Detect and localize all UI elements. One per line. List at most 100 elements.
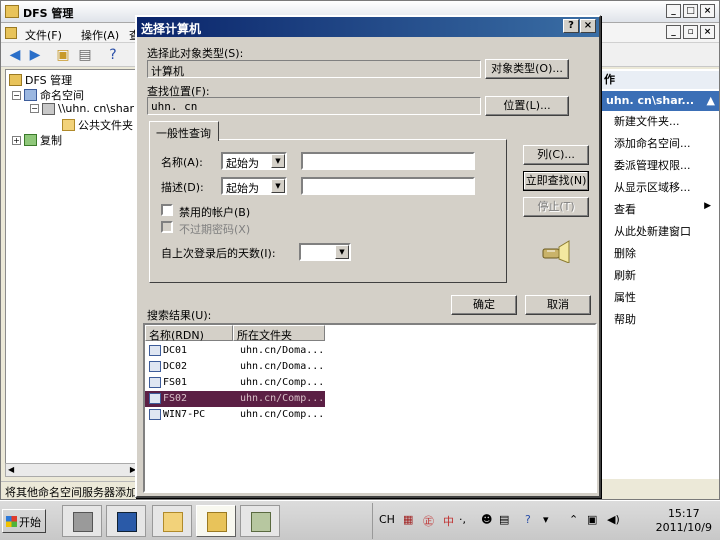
- soft-keyboard-icon[interactable]: ▤: [499, 513, 509, 526]
- dialog-close-button[interactable]: ×: [580, 19, 596, 33]
- actions-selected-label: uhn. cn\shar...: [606, 94, 695, 107]
- help-circle-icon[interactable]: ?: [525, 513, 531, 526]
- start-label: 开始: [19, 516, 41, 529]
- ime-mode-label[interactable]: 中: [443, 513, 454, 529]
- result-folder: uhn.cn/Comp...: [240, 393, 325, 404]
- column-header-name[interactable]: 名称(RDN): [145, 325, 233, 342]
- locations-button[interactable]: 位置(L)...: [485, 96, 569, 116]
- minimize-button[interactable]: _: [666, 4, 681, 18]
- name-match-select[interactable]: 起始为 ▼: [221, 152, 287, 170]
- search-flashlight-icon: [542, 240, 570, 263]
- maximize-button[interactable]: □: [683, 4, 698, 18]
- disabled-accounts-label: 禁用的帐户(B): [179, 206, 251, 219]
- description-input[interactable]: [301, 177, 475, 195]
- clock[interactable]: 15:17 2011/10/9: [656, 507, 712, 535]
- keyboard-icon[interactable]: ▦: [403, 513, 413, 526]
- tree-item-replication[interactable]: + 复制: [12, 132, 62, 148]
- collapse-icon[interactable]: −: [12, 90, 21, 100]
- console-tree: DFS 管理 − 命名空间 − \\uhn. cn\shar 公共文件夹 + 复…: [5, 69, 139, 477]
- tree-item-namespaces[interactable]: − 命名空间: [12, 87, 84, 103]
- action-help[interactable]: 帮助: [614, 311, 636, 327]
- back-arrow-icon[interactable]: ◀: [7, 47, 23, 63]
- action-new-folder[interactable]: 新建文件夹...: [614, 113, 680, 129]
- action-refresh[interactable]: 刷新: [614, 267, 636, 283]
- columns-button[interactable]: 列(C)...: [523, 145, 589, 165]
- tree-item-public-folder[interactable]: 公共文件夹: [62, 117, 133, 133]
- network-icon[interactable]: ▣: [587, 513, 597, 526]
- menu-action[interactable]: 操作(A): [81, 27, 119, 43]
- taskbar-share-manager[interactable]: [240, 505, 280, 537]
- result-row-selected[interactable]: FS02 uhn.cn/Comp...: [145, 391, 325, 407]
- tab-common-queries[interactable]: 一般性查询: [149, 121, 219, 141]
- result-name: FS01: [163, 377, 188, 388]
- tree-horizontal-scrollbar[interactable]: ◀ ▶: [5, 463, 139, 477]
- object-type-label: 选择此对象类型(S):: [147, 47, 244, 60]
- clock-time: 15:17: [667, 507, 700, 520]
- menu-file[interactable]: 文件(F): [25, 27, 62, 43]
- clock-date: 2011/10/9: [655, 521, 712, 534]
- tree-item-dfs-root[interactable]: DFS 管理: [9, 72, 72, 88]
- cancel-button[interactable]: 取消: [525, 295, 591, 315]
- action-delete[interactable]: 删除: [614, 245, 636, 261]
- find-now-button[interactable]: 立即查找(N): [523, 171, 589, 191]
- up-folder-icon[interactable]: ▣: [55, 47, 71, 63]
- computer-icon: [149, 361, 161, 372]
- dropdown-arrow-icon[interactable]: ▼: [335, 245, 349, 259]
- dropdown-arrow-icon[interactable]: ▼: [271, 154, 285, 168]
- taskbar-server-manager[interactable]: [62, 505, 102, 537]
- mdi-close-button[interactable]: ×: [700, 25, 715, 39]
- collapse-icon[interactable]: −: [30, 104, 39, 113]
- action-add-namespace[interactable]: 添加命名空间...: [614, 135, 691, 151]
- close-button[interactable]: ×: [700, 4, 715, 18]
- replication-icon: [24, 134, 37, 146]
- tree-item-namespace-share[interactable]: − \\uhn. cn\shar: [30, 102, 134, 115]
- result-name: FS02: [163, 393, 188, 404]
- result-row[interactable]: FS01 uhn.cn/Comp...: [145, 375, 325, 391]
- location-field: uhn. cn: [147, 97, 481, 115]
- action-remove-from-display[interactable]: 从显示区域移...: [614, 179, 691, 195]
- taskbar-explorer[interactable]: [152, 505, 192, 537]
- ok-button[interactable]: 确定: [451, 295, 517, 315]
- namespaces-icon: [24, 89, 37, 101]
- tray-dropdown-icon[interactable]: ▾: [543, 513, 549, 526]
- result-row[interactable]: DC01 uhn.cn/Doma...: [145, 343, 325, 359]
- language-indicator[interactable]: CH: [379, 513, 395, 526]
- name-input[interactable]: [301, 152, 475, 170]
- scroll-left-icon[interactable]: ◀: [8, 465, 14, 474]
- punctuation-icon[interactable]: ·,: [459, 513, 466, 526]
- ime-icon[interactable]: ㊣: [423, 513, 434, 529]
- start-button[interactable]: 开始: [2, 509, 46, 533]
- action-properties[interactable]: 属性: [614, 289, 636, 305]
- search-results-list[interactable]: 名称(RDN) 所在文件夹 DC01 uhn.cn/Doma... DC02 u…: [143, 323, 597, 493]
- days-since-logon-select[interactable]: ▼: [299, 243, 351, 261]
- share-manager-icon: [251, 512, 271, 532]
- mdi-minimize-button[interactable]: _: [666, 25, 681, 39]
- show-hide-tree-icon[interactable]: ▤: [77, 47, 93, 63]
- result-row[interactable]: WIN7-PC uhn.cn/Comp...: [145, 407, 325, 423]
- volume-icon[interactable]: ◀): [607, 513, 620, 526]
- non-expiring-password-checkbox: [161, 221, 173, 233]
- mdi-restore-button[interactable]: ▫: [683, 25, 698, 39]
- action-new-window[interactable]: 从此处新建窗口: [614, 223, 691, 239]
- dialog-help-button[interactable]: ?: [563, 19, 579, 33]
- status-bar: 将其他命名空间服务器添加: [1, 481, 141, 499]
- expand-icon[interactable]: +: [12, 135, 21, 145]
- forward-arrow-icon[interactable]: ▶: [27, 47, 43, 63]
- disabled-accounts-checkbox[interactable]: [161, 204, 173, 216]
- computer-icon: [149, 377, 161, 388]
- description-match-select[interactable]: 起始为 ▼: [221, 177, 287, 195]
- actions-selected-item[interactable]: uhn. cn\shar... ▲: [602, 91, 719, 111]
- action-view[interactable]: 查看: [614, 201, 636, 217]
- taskbar-powershell[interactable]: [106, 505, 146, 537]
- show-hidden-icons-icon[interactable]: ⌃: [569, 513, 578, 526]
- taskbar-dfs-management[interactable]: [196, 505, 236, 537]
- dropdown-arrow-icon[interactable]: ▼: [271, 179, 285, 193]
- ime-settings-icon[interactable]: ☻: [481, 513, 492, 526]
- object-types-button[interactable]: 对象类型(O)...: [485, 59, 569, 79]
- action-delegate-permissions[interactable]: 委派管理权限...: [614, 157, 691, 173]
- collapse-up-icon[interactable]: ▲: [707, 94, 715, 107]
- help-icon[interactable]: ?: [105, 47, 121, 63]
- column-header-folder[interactable]: 所在文件夹: [233, 325, 325, 342]
- result-name: DC02: [163, 361, 188, 372]
- result-row[interactable]: DC02 uhn.cn/Doma...: [145, 359, 325, 375]
